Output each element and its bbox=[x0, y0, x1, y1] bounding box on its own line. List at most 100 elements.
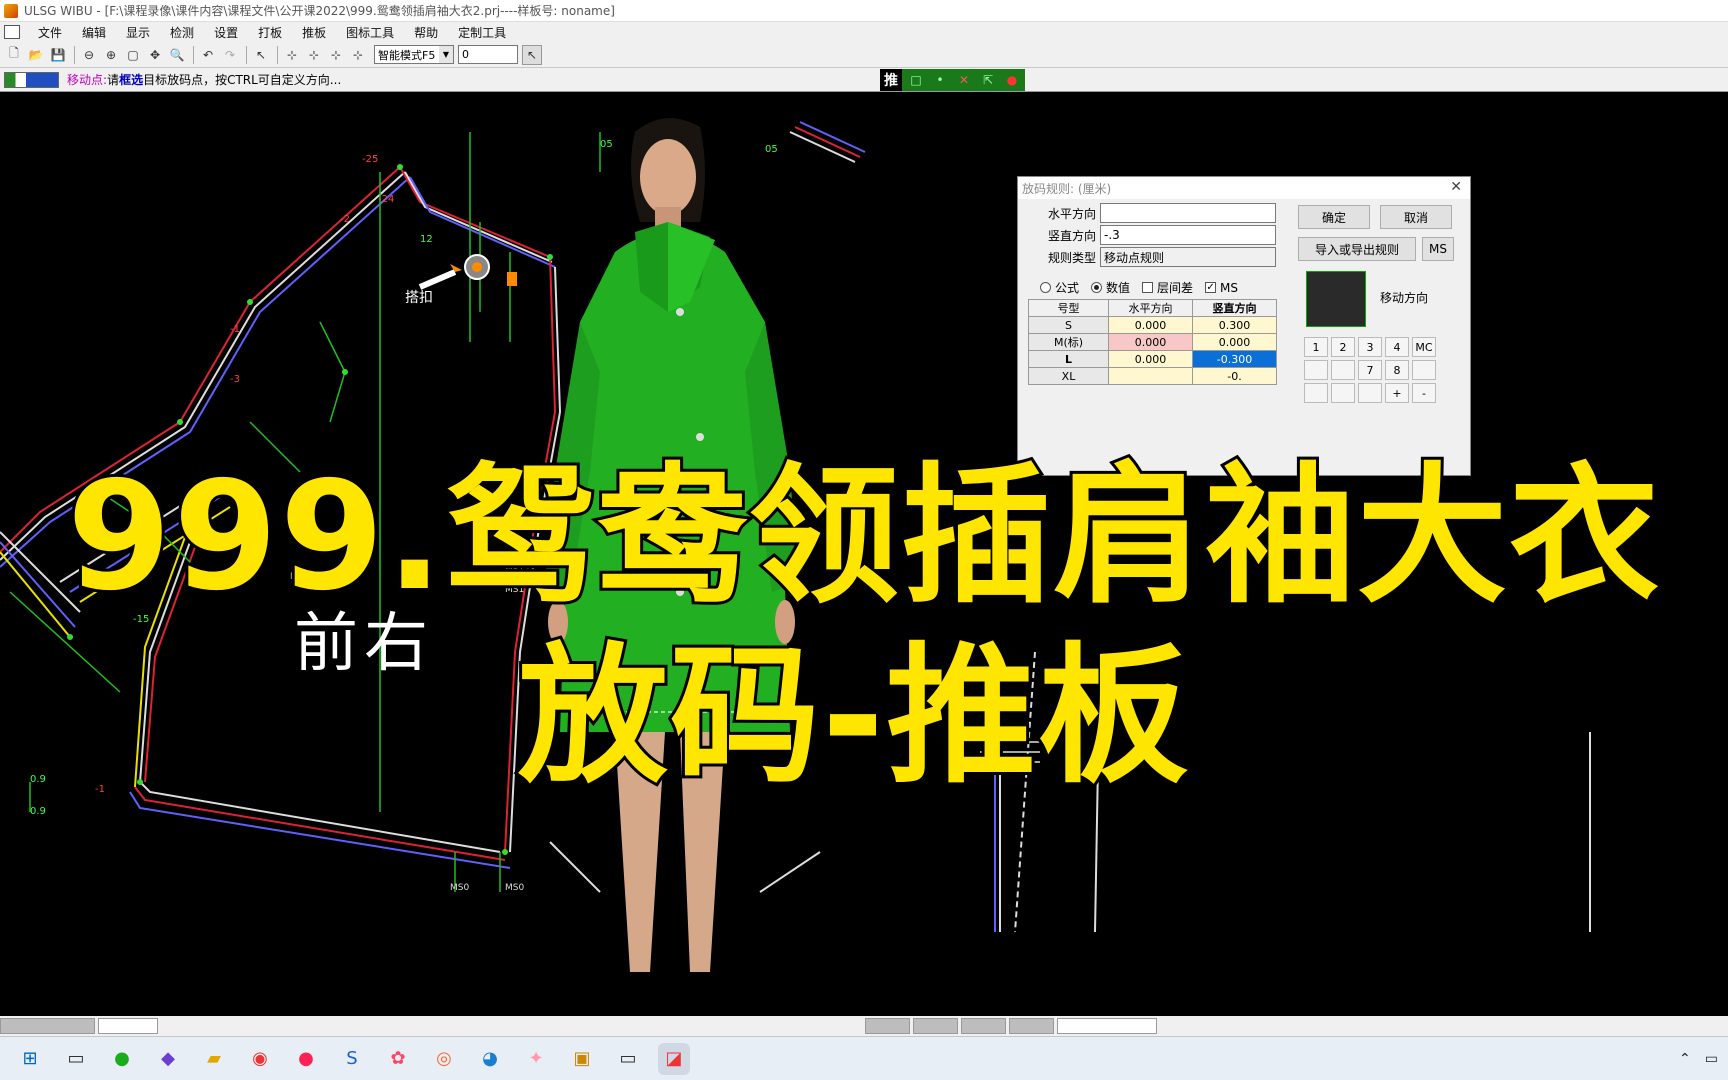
key-blank[interactable] bbox=[1331, 383, 1355, 403]
menu-view[interactable]: 显示 bbox=[116, 24, 160, 41]
vertical-cell[interactable]: -0.300 bbox=[1192, 350, 1277, 368]
media-icon[interactable]: ◎ bbox=[428, 1043, 460, 1075]
zoom-out-icon[interactable]: ⊖ bbox=[79, 45, 99, 65]
ok-button[interactable]: 确定 bbox=[1298, 205, 1370, 229]
key-8[interactable]: 8 bbox=[1385, 360, 1409, 380]
redo-icon[interactable]: ↷ bbox=[220, 45, 240, 65]
zoom-fit-icon[interactable]: ▢ bbox=[123, 45, 143, 65]
file-explorer-icon[interactable]: ▰ bbox=[198, 1043, 230, 1075]
key-blank[interactable] bbox=[1412, 360, 1436, 380]
key-blank[interactable] bbox=[1358, 383, 1382, 403]
menu-edit[interactable]: 编辑 bbox=[72, 24, 116, 41]
key-2[interactable]: 2 bbox=[1331, 337, 1355, 357]
vertical-cell[interactable]: 0.000 bbox=[1192, 333, 1277, 351]
scroll-segment[interactable] bbox=[961, 1018, 1006, 1034]
table-row[interactable]: M(标) 0.000 0.000 bbox=[1028, 333, 1277, 351]
rect-icon[interactable]: □ bbox=[906, 71, 926, 89]
cad-icon[interactable]: ◪ bbox=[658, 1042, 690, 1075]
table-row[interactable]: XL -0. bbox=[1028, 367, 1277, 385]
horizontal-cell[interactable]: 0.000 bbox=[1108, 350, 1193, 368]
key-3[interactable]: 3 bbox=[1358, 337, 1382, 357]
key-5[interactable] bbox=[1304, 360, 1328, 380]
mode-select[interactable]: 智能模式F5 ▼ bbox=[374, 45, 454, 64]
table-row[interactable]: S 0.000 0.300 bbox=[1028, 316, 1277, 334]
key-mc[interactable]: MC bbox=[1412, 337, 1436, 357]
key-blank[interactable] bbox=[1304, 383, 1328, 403]
ms-button[interactable]: MS bbox=[1422, 237, 1454, 261]
key-1[interactable]: 1 bbox=[1304, 337, 1328, 357]
cursor-tool-icon[interactable]: ↖ bbox=[522, 44, 542, 65]
grade-copy-icon[interactable]: ⊹ bbox=[348, 45, 368, 65]
wechat-icon[interactable]: ● bbox=[106, 1043, 138, 1075]
menu-settings[interactable]: 设置 bbox=[204, 24, 248, 41]
layer-diff-checkbox[interactable]: 层间差 bbox=[1142, 279, 1193, 296]
notes-icon[interactable]: ◆ bbox=[152, 1043, 184, 1075]
ms-checkbox[interactable]: ✓ MS bbox=[1205, 281, 1238, 295]
dot-red-icon[interactable]: ● bbox=[1002, 71, 1022, 89]
horizontal-scrollbar[interactable] bbox=[0, 1016, 1728, 1036]
cross-icon[interactable]: ✕ bbox=[954, 71, 974, 89]
scroll-segment[interactable] bbox=[98, 1018, 158, 1034]
save-icon[interactable]: 💾 bbox=[48, 45, 68, 65]
menu-help[interactable]: 帮助 bbox=[404, 24, 448, 41]
vertical-cell[interactable]: 0.300 bbox=[1192, 316, 1277, 334]
horizontal-cell[interactable]: 0.000 bbox=[1108, 316, 1193, 334]
table-row[interactable]: L 0.000 -0.300 bbox=[1028, 350, 1277, 368]
scroll-segment[interactable] bbox=[0, 1018, 95, 1034]
photo-icon[interactable]: ▣ bbox=[566, 1043, 598, 1075]
horizontal-cell[interactable]: 0.000 bbox=[1108, 333, 1193, 351]
value-input[interactable]: 0 bbox=[458, 45, 518, 64]
zoom-in-icon[interactable]: ⊕ bbox=[101, 45, 121, 65]
size-cell: S bbox=[1028, 316, 1109, 334]
select-delete-icon[interactable]: ↖ bbox=[251, 45, 271, 65]
undo-icon[interactable]: ↶ bbox=[198, 45, 218, 65]
s-shield-icon[interactable]: S bbox=[336, 1043, 368, 1075]
grade-move-icon[interactable]: ⊹ bbox=[326, 45, 346, 65]
butterfly-icon[interactable]: ✦ bbox=[520, 1043, 552, 1075]
formula-radio[interactable]: 公式 bbox=[1040, 279, 1079, 296]
close-icon[interactable]: ✕ bbox=[1450, 179, 1462, 195]
chevron-up-icon[interactable]: ⌃ bbox=[1679, 1051, 1691, 1067]
menu-check[interactable]: 检测 bbox=[160, 24, 204, 41]
value-radio[interactable]: 数值 bbox=[1091, 279, 1130, 296]
scroll-segment[interactable] bbox=[913, 1018, 958, 1034]
new-file-icon[interactable]: 🗋 bbox=[4, 45, 24, 65]
zoom-window-icon[interactable]: 🔍 bbox=[167, 45, 187, 65]
key-7[interactable]: 7 bbox=[1358, 360, 1382, 380]
key-minus[interactable]: - bbox=[1412, 383, 1436, 403]
vertical-cell[interactable]: -0. bbox=[1192, 367, 1277, 385]
system-menu-icon[interactable] bbox=[4, 25, 20, 39]
open-folder-icon[interactable]: 📂 bbox=[26, 45, 46, 65]
horizontal-input[interactable] bbox=[1100, 203, 1276, 223]
record-icon[interactable]: ◉ bbox=[244, 1043, 276, 1075]
monitor-icon[interactable]: ▭ bbox=[612, 1043, 644, 1075]
task-view-icon[interactable]: ▭ bbox=[60, 1043, 92, 1075]
point-icon[interactable]: • bbox=[930, 71, 950, 89]
key-plus[interactable]: + bbox=[1385, 383, 1409, 403]
windows-icon[interactable]: ⊞ bbox=[14, 1043, 46, 1075]
grade-align-icon[interactable]: ⊹ bbox=[304, 45, 324, 65]
drawing-canvas[interactable]: -25 -24 -2 -1 -3 -1 0.9 0.9 05 05 12 -15… bbox=[0, 92, 1728, 1028]
chat-icon[interactable]: ● bbox=[290, 1043, 322, 1075]
menu-icon-tools[interactable]: 图标工具 bbox=[336, 24, 404, 41]
grade-point-icon[interactable]: ⊹ bbox=[282, 45, 302, 65]
arrows-icon[interactable]: ⇱ bbox=[978, 71, 998, 89]
menu-grading[interactable]: 推板 bbox=[292, 24, 336, 41]
game-icon[interactable]: ✿ bbox=[382, 1043, 414, 1075]
key-6[interactable] bbox=[1331, 360, 1355, 380]
browser-icon[interactable]: ◕ bbox=[474, 1043, 506, 1075]
horizontal-cell[interactable] bbox=[1108, 367, 1193, 385]
scroll-segment[interactable] bbox=[865, 1018, 910, 1034]
vertical-input[interactable]: -.3 bbox=[1100, 225, 1276, 245]
cancel-button[interactable]: 取消 bbox=[1380, 205, 1452, 229]
menu-file[interactable]: 文件 bbox=[28, 24, 72, 41]
key-4[interactable]: 4 bbox=[1385, 337, 1409, 357]
scroll-segment[interactable] bbox=[1009, 1018, 1054, 1034]
scroll-segment[interactable] bbox=[1057, 1018, 1157, 1034]
pan-icon[interactable]: ✥ bbox=[145, 45, 165, 65]
chevron-down-icon[interactable]: ▼ bbox=[439, 46, 453, 63]
battery-icon[interactable]: ▭ bbox=[1705, 1051, 1718, 1067]
menu-pattern[interactable]: 打板 bbox=[248, 24, 292, 41]
import-export-button[interactable]: 导入或导出规则 bbox=[1298, 237, 1416, 261]
menu-custom-tools[interactable]: 定制工具 bbox=[448, 24, 516, 41]
